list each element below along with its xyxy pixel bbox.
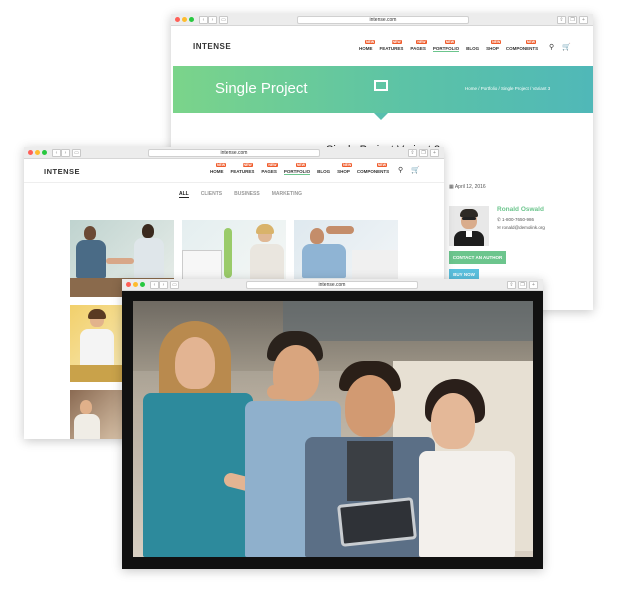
search-icon[interactable]: ⚲ xyxy=(398,166,403,174)
maximize-dot[interactable] xyxy=(140,282,145,287)
close-dot[interactable] xyxy=(126,282,131,287)
minimize-dot[interactable] xyxy=(133,282,138,287)
minimize-dot[interactable] xyxy=(182,17,187,22)
maximize-dot[interactable] xyxy=(42,150,47,155)
menu-item-components[interactable]: COMPONENTS NEW xyxy=(357,163,389,175)
new-tab-icon[interactable]: + xyxy=(430,149,439,157)
menu-item-home[interactable]: HOME NEW xyxy=(359,40,376,52)
menu-item-components[interactable]: COMPONENTS NEW xyxy=(506,40,538,52)
search-icon[interactable]: ⚲ xyxy=(549,43,554,51)
menu-item-features[interactable]: FEATURES NEW xyxy=(380,40,403,52)
menu-item-features[interactable]: FEATURES NEW xyxy=(231,163,254,175)
new-tab-icon[interactable]: + xyxy=(529,281,538,289)
new-badge: NEW xyxy=(365,40,376,44)
sidebar-icon[interactable]: ▭ xyxy=(170,281,179,289)
menu-item-shop[interactable]: SHOP NEW xyxy=(486,40,502,52)
forward-icon[interactable]: › xyxy=(208,16,217,24)
maximize-dot[interactable] xyxy=(189,17,194,22)
tabs-icon[interactable]: ❐ xyxy=(419,149,428,157)
site-logo[interactable]: INTENSE xyxy=(193,42,231,51)
new-badge: NEW xyxy=(444,40,456,44)
presentation-icon xyxy=(374,80,388,91)
author-name[interactable]: Ronald Oswald xyxy=(497,206,544,213)
author-avatar xyxy=(449,206,489,246)
menu-item-shop[interactable]: SHOP NEW xyxy=(337,163,353,175)
menu-item-blog[interactable]: BLOG xyxy=(466,46,479,52)
contact-author-button[interactable]: CONTACT AN AUTHOR xyxy=(449,251,506,264)
menu-item-portfolio[interactable]: PORTFOLIO NEW xyxy=(432,40,460,52)
date-row: ▦ April 12, 2016 xyxy=(449,184,486,190)
menu-item-pages[interactable]: PAGES NEW xyxy=(261,163,278,175)
forward-icon[interactable]: › xyxy=(61,149,70,157)
filter-clients[interactable]: CLIENTS xyxy=(201,191,222,198)
new-badge: NEW xyxy=(342,163,353,167)
new-badge: NEW xyxy=(491,40,502,44)
tabs-icon[interactable]: ❐ xyxy=(568,16,577,24)
new-badge: NEW xyxy=(391,40,402,44)
new-badge: NEW xyxy=(525,40,537,44)
back-icon[interactable]: ‹ xyxy=(52,149,61,157)
filter-marketing[interactable]: MARKETING xyxy=(272,191,302,198)
menu-item-blog[interactable]: BLOG xyxy=(317,169,330,175)
share-icon[interactable]: ⇧ xyxy=(408,149,417,157)
menu-item-pages[interactable]: PAGES NEW xyxy=(410,40,427,52)
close-dot[interactable] xyxy=(28,150,33,155)
new-badge: NEW xyxy=(416,40,427,44)
close-dot[interactable] xyxy=(175,17,180,22)
share-icon[interactable]: ⇧ xyxy=(557,16,566,24)
back-icon[interactable]: ‹ xyxy=(199,16,208,24)
address-bar[interactable]: intense.com xyxy=(148,149,320,157)
cart-icon[interactable]: 🛒 xyxy=(562,43,571,51)
header-divider xyxy=(24,182,444,183)
window-chrome: ‹ › ▭ intense.com ⇧ ❐ + xyxy=(24,147,444,159)
tabs-icon[interactable]: ❐ xyxy=(518,281,527,289)
portfolio-item-office[interactable] xyxy=(70,390,122,439)
filter-all[interactable]: ALL xyxy=(179,191,189,198)
breadcrumb: Home / Portfolio / Single Project / Vari… xyxy=(465,86,551,91)
main-menu: HOME NEW FEATURES NEW PAGES NEW PORTFOLIO NE… xyxy=(359,40,538,52)
filter-business[interactable]: BUSINESS xyxy=(234,191,260,198)
page-header-banner: Single Project Home / Portfolio / Single… xyxy=(173,66,593,113)
portfolio-filters: ALL CLIENTS BUSINESS MARKETING xyxy=(179,191,302,198)
new-badge: NEW xyxy=(242,163,253,167)
hero-photo-group-with-tablet xyxy=(133,301,533,557)
menu-item-home[interactable]: HOME NEW xyxy=(210,163,227,175)
new-badge: NEW xyxy=(295,163,307,167)
author-phone: ✆ 1-800-7650-986 xyxy=(497,217,535,222)
main-menu: HOME NEW FEATURES NEW PAGES NEW PORTFOLIO NE… xyxy=(210,163,389,175)
site-logo[interactable]: INTENSE xyxy=(44,167,80,176)
sidebar-icon[interactable]: ▭ xyxy=(72,149,81,157)
sidebar-icon[interactable]: ▭ xyxy=(219,16,228,24)
browser-window-photo: ‹ › ▭ intense.com ⇧ ❐ + xyxy=(122,279,543,569)
window-chrome: ‹ › ▭ intense.com ⇧ ❐ + xyxy=(122,279,543,291)
window-chrome: ‹ › ▭ intense.com ⇧ ❐ + xyxy=(171,14,593,26)
page-title: Single Project xyxy=(215,80,308,97)
back-icon[interactable]: ‹ xyxy=(150,281,159,289)
portfolio-item-woman[interactable] xyxy=(70,305,122,382)
forward-icon[interactable]: › xyxy=(159,281,168,289)
new-tab-icon[interactable]: + xyxy=(579,16,588,24)
new-badge: NEW xyxy=(376,163,388,167)
author-email[interactable]: ✉ ronald@demolink.org xyxy=(497,225,545,231)
menu-item-portfolio[interactable]: PORTFOLIO NEW xyxy=(283,163,311,175)
share-icon[interactable]: ⇧ xyxy=(507,281,516,289)
address-bar[interactable]: intense.com xyxy=(246,281,418,289)
banner-notch xyxy=(374,113,388,120)
address-bar[interactable]: intense.com xyxy=(297,16,469,24)
new-badge: NEW xyxy=(267,163,278,167)
new-badge: NEW xyxy=(216,163,227,167)
minimize-dot[interactable] xyxy=(35,150,40,155)
cart-icon[interactable]: 🛒 xyxy=(411,166,420,174)
